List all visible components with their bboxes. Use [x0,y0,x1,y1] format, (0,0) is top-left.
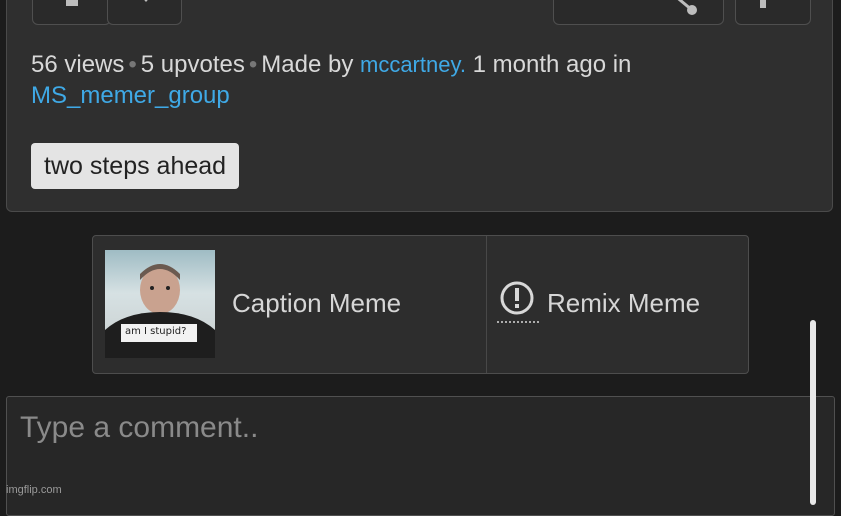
post-meta: 56 views • 5 upvotes • Made by mccartney. 1 … [31,49,731,111]
watermark: imgflip.com [6,484,62,496]
downvote-button[interactable] [107,0,182,25]
caption-meme-button[interactable]: am I stupid? Caption Meme [93,236,486,373]
tag-chip[interactable]: two steps ahead [31,143,240,189]
meme-generator-box: am I stupid? Caption Meme Remix Meme [92,235,749,374]
post-info-card: share 56 views•5 upvotes•Made by mccartn… [6,0,833,212]
view-count: 56 views [31,51,125,78]
upvote-icon [66,0,78,6]
author-link[interactable]: mccartney. [360,52,466,77]
separator-dot: • [248,51,258,78]
post-time: 1 month ago in [472,51,632,78]
comment-placeholder: Type a comment.. [20,411,259,444]
downvote-icon [144,0,148,2]
upvote-count: 5 upvotes [140,51,245,78]
meme-template-thumbnail: am I stupid? [105,250,215,358]
shirt-text: am I stupid? [125,326,187,337]
scrollbar[interactable] [810,320,816,505]
share-button[interactable]: share [553,0,724,25]
template-image [105,264,215,358]
share-label: share [578,0,636,5]
upvote-button[interactable] [32,0,111,25]
group-link[interactable]: MS_memer_group [31,82,230,109]
made-by-label: Made by [261,51,354,78]
comment-input[interactable]: Type a comment.. [6,396,835,516]
remix-meme-button[interactable]: Remix Meme [487,236,748,373]
share-icon [677,0,697,15]
caption-meme-label: Caption Meme [232,288,402,318]
flag-button[interactable] [735,0,811,25]
info-icon[interactable] [495,276,545,336]
separator-dot: • [128,51,137,78]
flag-icon [760,0,766,8]
remix-meme-label: Remix Meme [547,288,701,318]
